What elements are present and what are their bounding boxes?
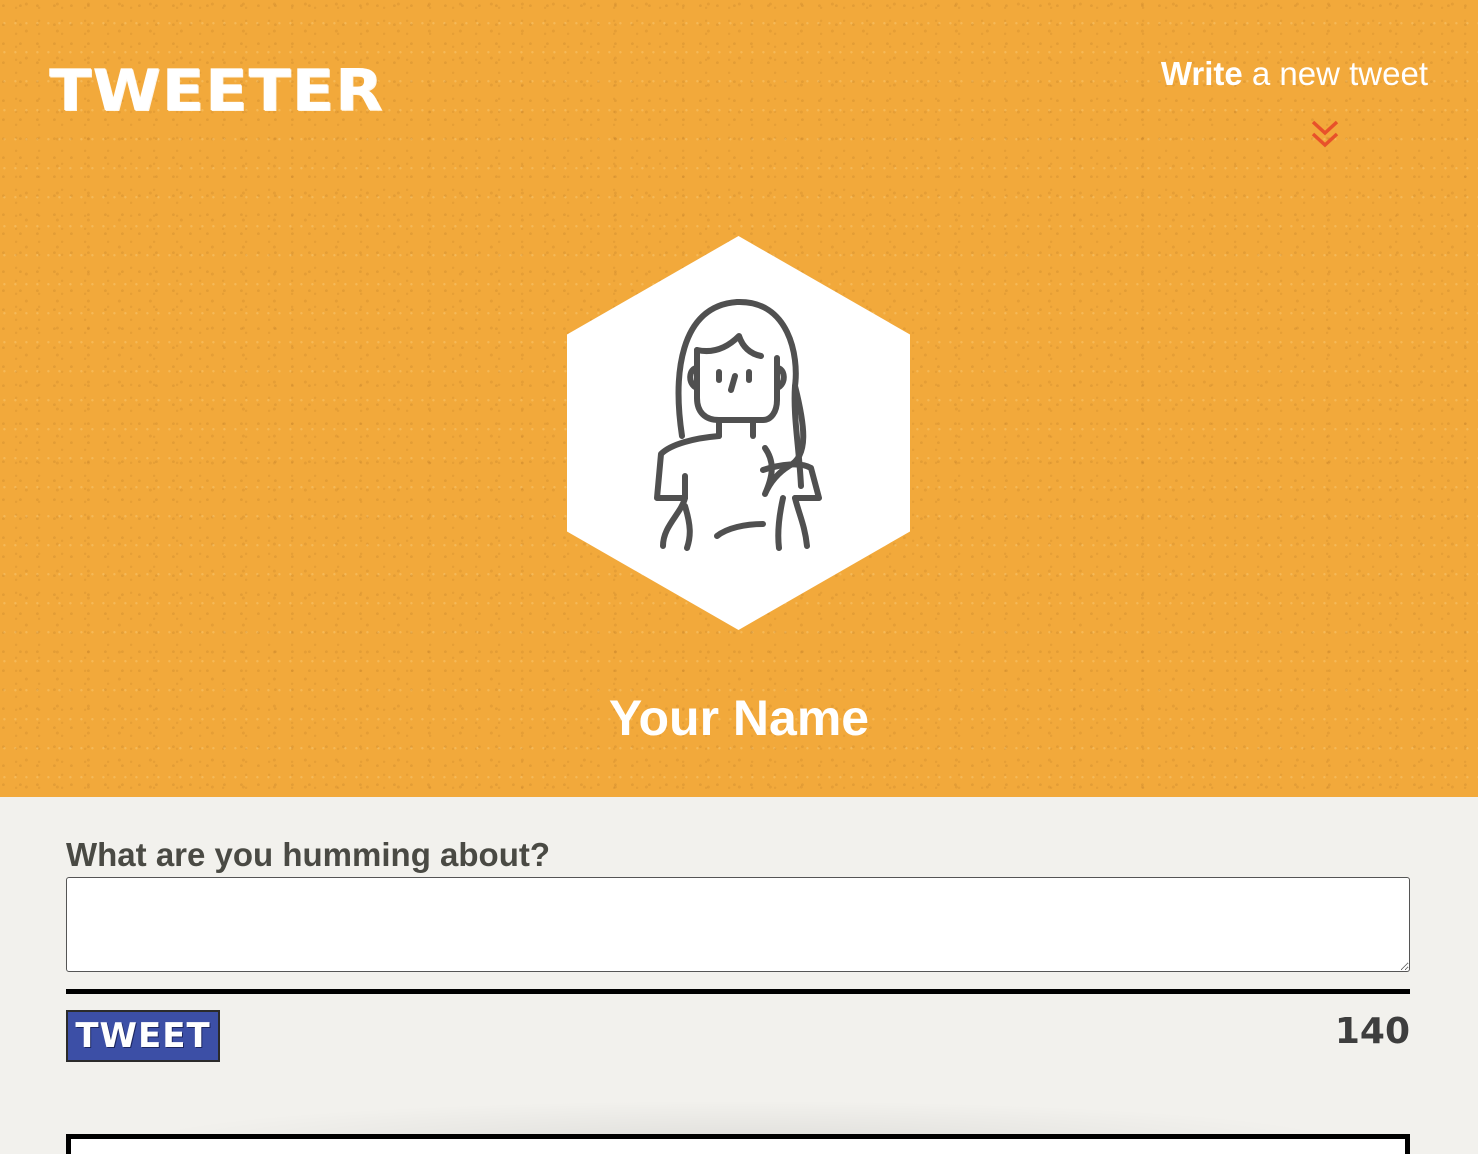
tweet-card: [66, 1134, 1410, 1154]
app-logo[interactable]: TWEETER: [49, 62, 384, 119]
double-chevron-down-icon[interactable]: [1310, 117, 1340, 153]
compose-toggle-label[interactable]: Write a new tweet: [1138, 55, 1428, 93]
composer-divider: [66, 989, 1410, 994]
char-counter: 140: [1334, 1011, 1410, 1052]
tweet-input-label: What are you humming about?: [66, 836, 550, 873]
compose-toggle[interactable]: Write a new tweet: [1138, 55, 1428, 148]
composer-footer: TWEET 140: [66, 1010, 1410, 1080]
compose-toggle-strong[interactable]: Write: [1161, 55, 1243, 92]
tweet-button[interactable]: TWEET: [66, 1010, 220, 1062]
profile-header: TWEETER Write a new tweet Your Name: [0, 0, 1478, 797]
compose-toggle-rest[interactable]: a new tweet: [1243, 55, 1428, 92]
user-name: Your Name: [608, 690, 870, 746]
new-tweet-form: What are you humming about? TWEET 140: [66, 835, 1410, 1080]
user-avatar-icon: [567, 236, 910, 630]
tweet-input[interactable]: [66, 877, 1410, 972]
